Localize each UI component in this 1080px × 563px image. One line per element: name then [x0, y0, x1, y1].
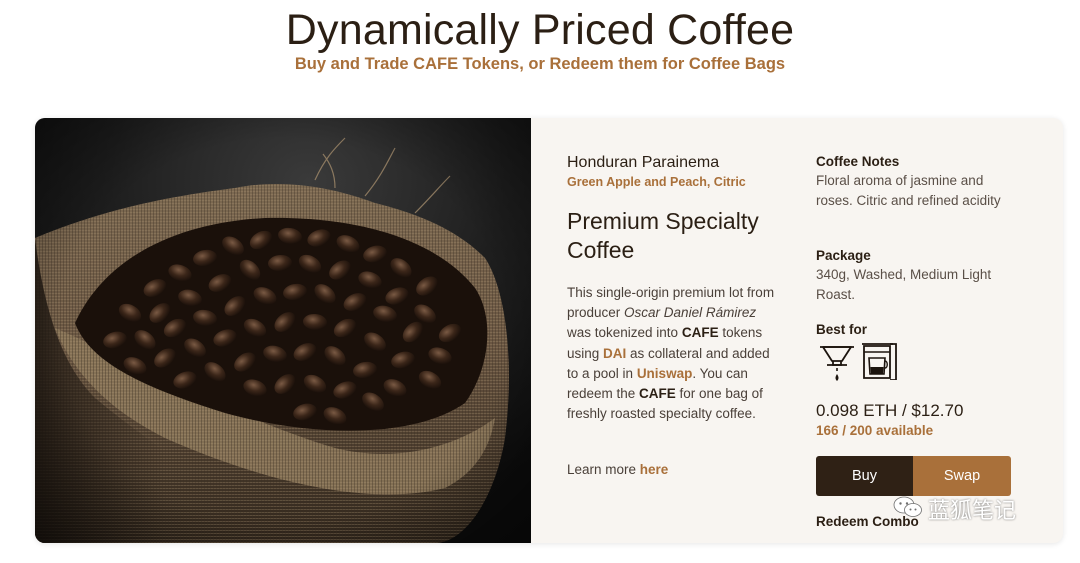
- token-name: CAFE: [681, 325, 719, 341]
- product-price: 0.098 ETH / $12.70: [816, 401, 964, 420]
- drip-coffee-maker-icon: [862, 343, 897, 380]
- best-for-label: Best for: [816, 322, 868, 337]
- package-label: Package: [816, 248, 871, 263]
- watermark-text: 蓝狐笔记: [928, 499, 1017, 524]
- learn-more-link[interactable]: here: [640, 462, 669, 477]
- coffee-notes-label: Coffee Notes: [816, 154, 900, 169]
- uniswap-link[interactable]: Uniswap: [637, 366, 693, 381]
- product-title: Premium Specialty Coffee: [567, 208, 759, 263]
- page-title: Dynamically Priced Coffee: [285, 6, 795, 54]
- coffee-notes-text: Floral aroma of jasmine and roses. Citri…: [816, 173, 1001, 208]
- producer-name: Oscar Daniel Rámirez: [624, 305, 757, 321]
- product-flavor: Green Apple and Peach, Citric: [567, 175, 746, 189]
- dai-link[interactable]: DAI: [603, 346, 626, 361]
- availability-count: 166 / 200 available: [816, 423, 934, 438]
- swap-button[interactable]: Swap: [913, 456, 1011, 496]
- coffee-sack-image: [35, 118, 531, 543]
- product-origin: Honduran Parainema: [567, 154, 720, 171]
- package-text: 340g, Washed, Medium Light Roast.: [816, 267, 992, 302]
- learn-more: Learn more here: [567, 462, 669, 477]
- buy-button[interactable]: Buy: [816, 456, 913, 496]
- token-name: CAFE: [639, 386, 676, 402]
- product-card: Honduran Parainema Green Apple and Peach…: [35, 118, 1063, 543]
- wechat-icon: [893, 496, 922, 517]
- product-description: This single-origin premium lot from prod…: [567, 285, 775, 422]
- page-subtitle: Buy and Trade CAFE Tokens, or Redeem the…: [294, 55, 786, 73]
- pour-over-dripper-icon: [820, 346, 854, 381]
